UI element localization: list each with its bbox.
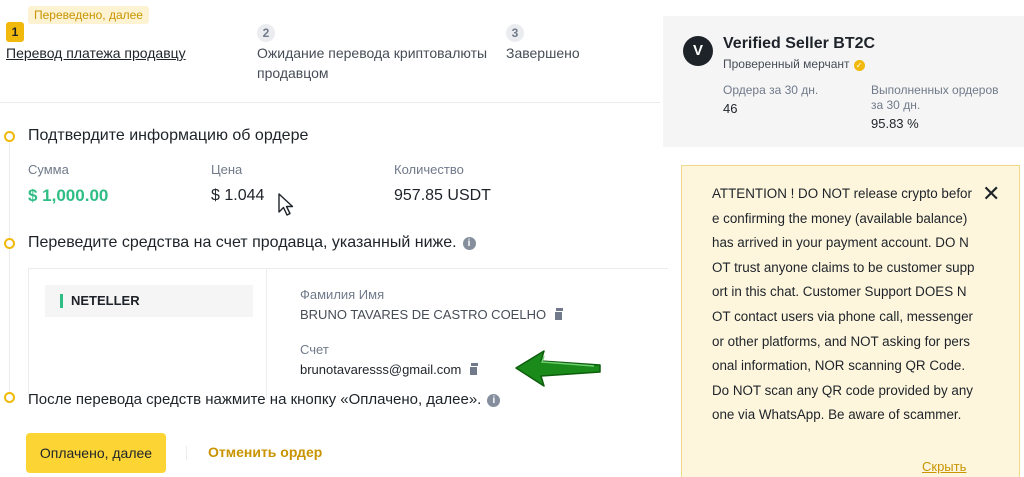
cancel-order-button[interactable]: Отменить ордер: [208, 444, 322, 460]
completed-orders-label: Выполненных ордеров: [871, 83, 999, 97]
transfer-title-text: Переведите средства на счет продавца, ук…: [28, 234, 457, 251]
orders-30d-value: 46: [723, 101, 738, 116]
confirm-title: Подтвердите информацию об ордере: [28, 127, 309, 144]
account-label: Счет: [300, 342, 329, 357]
merchant-badge-text: Проверенный мерчант: [723, 57, 850, 71]
method-indicator: [60, 294, 63, 308]
order-stepper: Переведено, далее 1 Перевод платежа прод…: [0, 0, 660, 100]
warning-text: ATTENTION ! DO NOT release crypto before…: [712, 186, 975, 423]
timeline-line: [9, 142, 10, 397]
payment-method-name: NETELLER: [71, 293, 140, 308]
orders-30d-label: Ордера за 30 дн.: [723, 83, 819, 97]
stepper-divider: [0, 102, 660, 103]
paid-next-button[interactable]: Оплачено, далее: [26, 433, 166, 473]
scam-warning-banner: ATTENTION ! DO NOT release crypto before…: [681, 165, 1020, 477]
timeline-dot: [4, 392, 15, 403]
completed-orders-value: 95.83 %: [871, 116, 919, 131]
step-tooltip: Переведено, далее: [28, 6, 149, 24]
account-value: brunotavaresss@gmail.com: [300, 362, 479, 377]
button-divider: [186, 446, 187, 460]
quantity-value: 957.85 USDT: [394, 187, 491, 204]
step-1-badge: 1: [6, 22, 24, 42]
price-value: $ 1.044: [211, 187, 265, 204]
arrow-pointer-icon: [515, 350, 601, 387]
account-value-text: brunotavaresss@gmail.com: [300, 362, 462, 377]
seller-name[interactable]: Verified Seller BT2C: [723, 35, 875, 53]
hide-link[interactable]: Скрыть: [922, 459, 966, 474]
merchant-badge: Проверенный мерчант ✓: [723, 57, 865, 71]
name-value: BRUNO TAVARES DE CASTRO COELHO: [300, 307, 564, 322]
info-icon[interactable]: i: [487, 394, 501, 407]
name-label: Фамилия Имя: [300, 287, 385, 302]
step-2-badge: 2: [257, 24, 275, 42]
divider: [266, 269, 267, 399]
price-label: Цена: [211, 162, 243, 177]
copy-icon[interactable]: [554, 308, 564, 321]
mouse-cursor-icon: [278, 193, 294, 216]
step-1-label[interactable]: Перевод платежа продавцу: [6, 43, 186, 63]
amount-value: $ 1,000.00: [28, 186, 109, 205]
amount-label: Сумма: [28, 162, 69, 177]
step-3-badge: 3: [506, 24, 524, 42]
quantity-label: Количество: [394, 162, 464, 177]
after-transfer-text: После перевода средств нажмите на кнопку…: [28, 391, 482, 408]
step-2-label: Ожидание перевода криптовалюты продавцом: [257, 45, 488, 81]
verified-check-icon: ✓: [853, 60, 865, 71]
transfer-title: Переведите средства на счет продавца, ук…: [28, 234, 476, 252]
seller-card: V Verified Seller BT2C Проверенный мерча…: [663, 16, 1024, 147]
step-3-label: Завершено: [506, 45, 580, 61]
seller-avatar: V: [683, 36, 713, 66]
copy-icon[interactable]: [469, 363, 479, 376]
payment-method-tab[interactable]: NETELLER: [45, 285, 253, 317]
timeline-dot: [4, 238, 15, 249]
close-icon[interactable]: ✕: [982, 183, 1000, 205]
after-transfer-title: После перевода средств нажмите на кнопку…: [28, 391, 501, 408]
timeline-dot: [4, 131, 15, 142]
completed-orders-label-2: за 30 дн.: [871, 98, 921, 112]
info-icon[interactable]: i: [462, 237, 476, 250]
name-value-text: BRUNO TAVARES DE CASTRO COELHO: [300, 307, 547, 322]
